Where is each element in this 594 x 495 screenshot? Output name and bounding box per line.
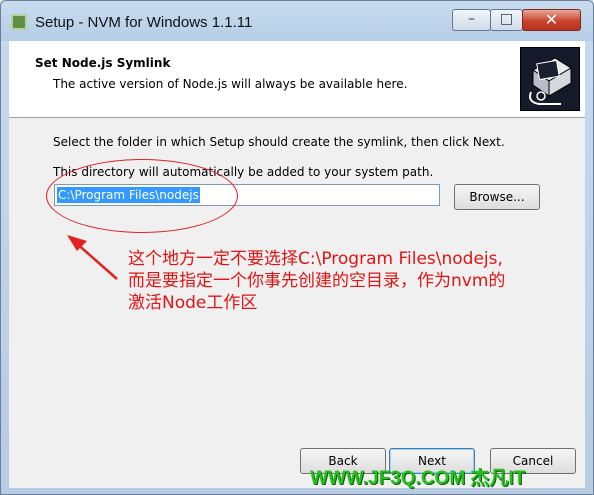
annotation-text: 这个地方一定不要选择C:\Program Files\nodejs, 而是要指定…: [128, 248, 548, 314]
annotation-line: 这个地方一定不要选择C:\Program Files\nodejs,: [128, 249, 503, 269]
setup-window: Setup - NVM for Windows 1.1.11 – □ ✕ Set…: [0, 0, 594, 495]
annotation-line: 而是要指定一个你事先创建的空目录，作为nvm的: [128, 271, 506, 291]
watermark: WWW.JF3Q.COM 杰凡IT: [310, 468, 526, 489]
annotation-line: 激活Node工作区: [128, 293, 258, 313]
